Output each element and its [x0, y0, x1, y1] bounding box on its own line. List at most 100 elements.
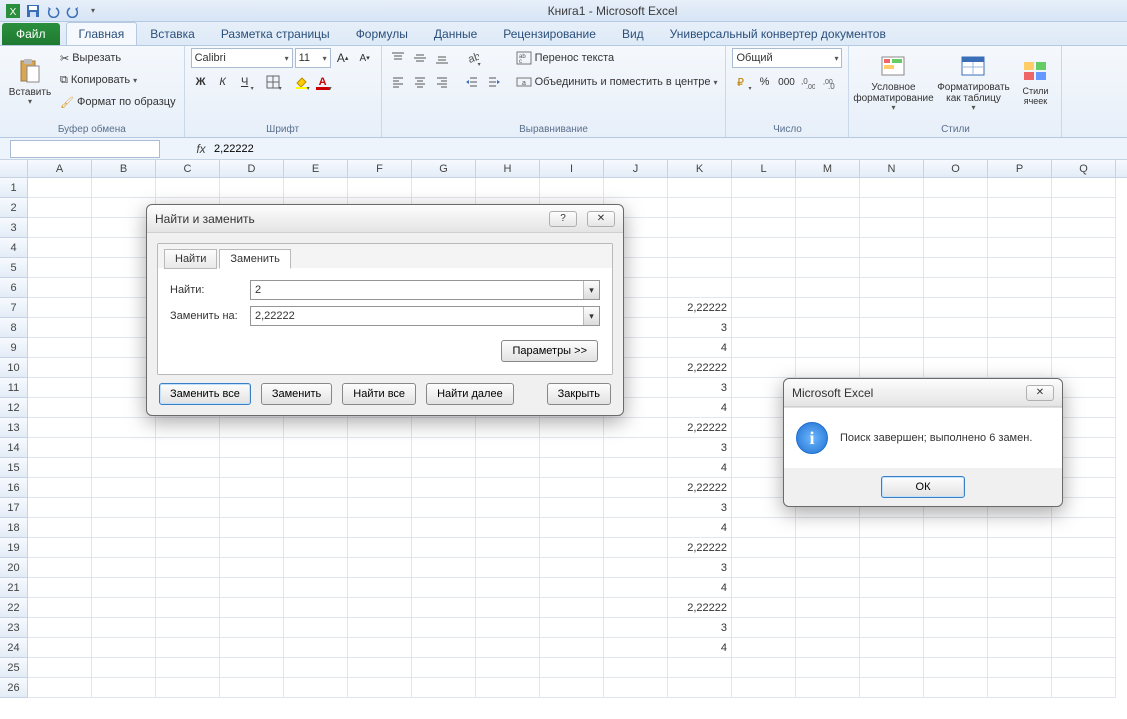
row-header[interactable]: 15 [0, 458, 28, 478]
cell[interactable] [1052, 658, 1116, 678]
font-color-icon[interactable]: A [313, 72, 333, 92]
cell[interactable] [28, 538, 92, 558]
cell[interactable] [348, 538, 412, 558]
cell[interactable] [860, 638, 924, 658]
cell[interactable] [476, 678, 540, 698]
cell[interactable] [476, 658, 540, 678]
chevron-down-icon[interactable]: ▾ [583, 307, 599, 325]
cell[interactable] [284, 418, 348, 438]
cell[interactable] [796, 658, 860, 678]
cell[interactable] [220, 498, 284, 518]
cell[interactable] [28, 338, 92, 358]
cell[interactable] [540, 678, 604, 698]
cell[interactable] [220, 518, 284, 538]
cell[interactable]: 4 [668, 338, 732, 358]
column-header[interactable]: N [860, 160, 924, 177]
cell[interactable] [284, 478, 348, 498]
cell[interactable] [28, 278, 92, 298]
cell[interactable] [988, 358, 1052, 378]
cell[interactable] [604, 178, 668, 198]
cell[interactable] [284, 678, 348, 698]
tab-home[interactable]: Главная [66, 22, 138, 45]
cell[interactable] [412, 618, 476, 638]
undo-icon[interactable] [44, 2, 62, 20]
cell[interactable] [1052, 238, 1116, 258]
cell[interactable] [412, 638, 476, 658]
cell[interactable] [540, 618, 604, 638]
cell[interactable] [796, 358, 860, 378]
cell[interactable] [988, 238, 1052, 258]
cell[interactable]: 4 [668, 638, 732, 658]
cell[interactable] [604, 638, 668, 658]
cell[interactable] [412, 578, 476, 598]
cell[interactable] [668, 178, 732, 198]
cell[interactable] [860, 618, 924, 638]
cell[interactable]: 2,22222 [668, 418, 732, 438]
cell[interactable]: 3 [668, 558, 732, 578]
row-header[interactable]: 21 [0, 578, 28, 598]
cell[interactable] [1052, 318, 1116, 338]
cell[interactable] [28, 458, 92, 478]
cell-styles-button[interactable]: Стили ячеек [1015, 48, 1055, 114]
tab-data[interactable]: Данные [421, 22, 490, 45]
tab-formulas[interactable]: Формулы [343, 22, 421, 45]
cell[interactable] [220, 538, 284, 558]
row-header[interactable]: 12 [0, 398, 28, 418]
cell[interactable] [540, 438, 604, 458]
cell[interactable] [540, 418, 604, 438]
column-header[interactable]: Q [1052, 160, 1116, 177]
cell[interactable] [28, 298, 92, 318]
cell[interactable] [860, 678, 924, 698]
column-header[interactable]: C [156, 160, 220, 177]
cell[interactable] [796, 638, 860, 658]
underline-icon[interactable]: Ч [235, 72, 255, 92]
cell[interactable] [924, 298, 988, 318]
cell[interactable] [220, 458, 284, 478]
cell[interactable] [732, 358, 796, 378]
cell[interactable] [796, 558, 860, 578]
align-bottom-icon[interactable] [432, 48, 452, 68]
cell[interactable] [988, 218, 1052, 238]
cell[interactable] [156, 658, 220, 678]
cell[interactable] [28, 218, 92, 238]
cell[interactable] [92, 178, 156, 198]
cell[interactable] [92, 618, 156, 638]
cell[interactable] [28, 678, 92, 698]
cell[interactable] [284, 458, 348, 478]
conditional-formatting-button[interactable]: Условное форматирование▾ [855, 48, 931, 114]
cell[interactable]: 4 [668, 578, 732, 598]
cell[interactable] [284, 598, 348, 618]
cell[interactable] [988, 258, 1052, 278]
cell[interactable] [156, 518, 220, 538]
cell[interactable] [796, 198, 860, 218]
cell[interactable] [988, 618, 1052, 638]
cell[interactable] [988, 318, 1052, 338]
cell[interactable] [220, 178, 284, 198]
column-header[interactable]: F [348, 160, 412, 177]
replace-input[interactable]: 2,22222▾ [250, 306, 600, 326]
cell[interactable] [476, 518, 540, 538]
cell[interactable] [1052, 178, 1116, 198]
cell[interactable] [284, 638, 348, 658]
cell[interactable] [540, 498, 604, 518]
italic-icon[interactable]: К [213, 72, 233, 92]
row-header[interactable]: 10 [0, 358, 28, 378]
column-header[interactable]: J [604, 160, 668, 177]
font-name-selector[interactable]: Calibri▾ [191, 48, 293, 68]
cell[interactable] [732, 558, 796, 578]
cell[interactable] [156, 458, 220, 478]
cell[interactable] [604, 598, 668, 618]
tab-find[interactable]: Найти [164, 249, 217, 269]
cell[interactable] [604, 518, 668, 538]
cell[interactable] [988, 178, 1052, 198]
cell[interactable]: 2,22222 [668, 298, 732, 318]
formula-input[interactable] [210, 140, 1127, 158]
cell[interactable] [1052, 278, 1116, 298]
cell[interactable] [156, 618, 220, 638]
tab-review[interactable]: Рецензирование [490, 22, 609, 45]
cell[interactable] [284, 518, 348, 538]
row-header[interactable]: 1 [0, 178, 28, 198]
align-middle-icon[interactable] [410, 48, 430, 68]
cell[interactable] [348, 458, 412, 478]
column-header[interactable]: B [92, 160, 156, 177]
